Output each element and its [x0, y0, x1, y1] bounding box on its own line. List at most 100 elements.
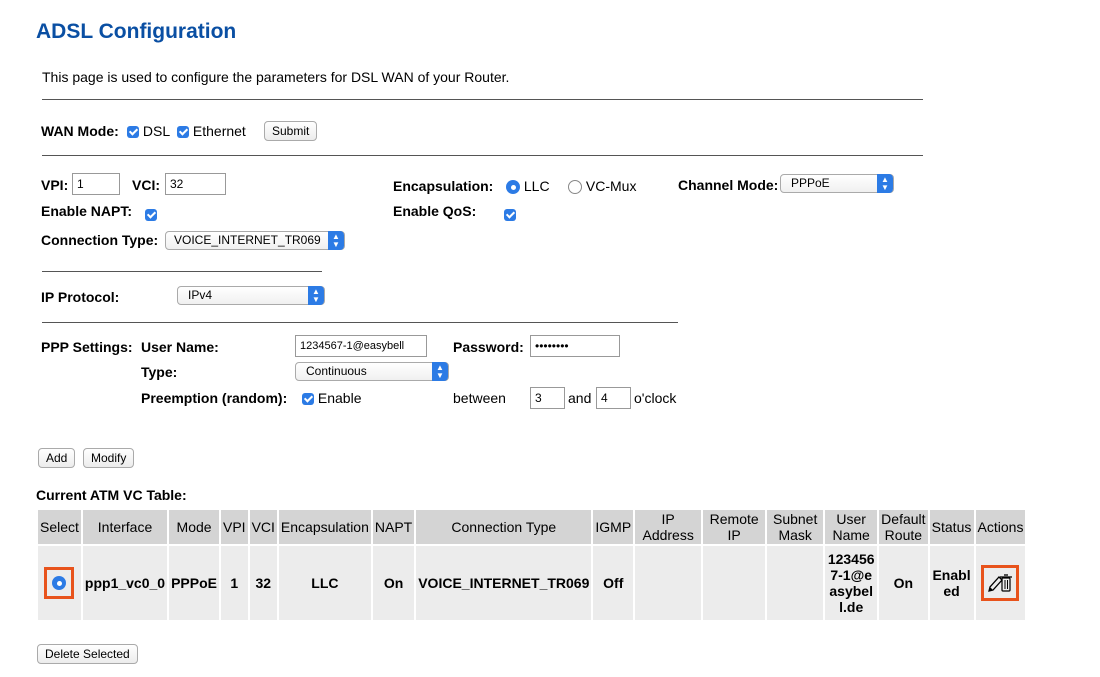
cell-default-route: On [879, 546, 928, 620]
ppp-type-select[interactable]: Continuous ▲ ▼ [295, 362, 449, 381]
vcmux-radio[interactable] [568, 180, 582, 194]
ppp-settings-label: PPP Settings: [41, 339, 133, 355]
trash-icon[interactable] [1000, 574, 1013, 592]
col-user-name: User Name [825, 510, 878, 544]
dsl-checkbox[interactable] [127, 126, 139, 138]
encapsulation-vcmux-option[interactable]: VC-Mux [568, 178, 636, 194]
ip-protocol-value: IPv4 [188, 288, 213, 302]
chevron-updown-icon: ▲ ▼ [328, 231, 344, 250]
preemption-enable[interactable]: Enable [302, 390, 361, 406]
col-igmp: IGMP [593, 510, 634, 544]
cell-actions [975, 546, 1026, 620]
ppp-password-label: Password: [453, 339, 524, 355]
llc-radio[interactable] [506, 180, 520, 194]
col-remote-ip: Remote IP [703, 510, 766, 544]
ethernet-checkbox[interactable] [177, 126, 189, 138]
cell-vpi: 1 [221, 546, 248, 620]
preemption-enable-label: Enable [317, 390, 362, 406]
page-title: ADSL Configuration [36, 20, 237, 43]
ppp-username-input[interactable]: 1234567-1@easybell [295, 335, 427, 357]
preemption-label: Preemption (random): [141, 390, 288, 406]
and-label: and [568, 390, 592, 406]
delete-selected-button[interactable]: Delete Selected [37, 644, 138, 664]
cell-interface: ppp1_vc0_0 [82, 546, 168, 620]
vci-input[interactable]: 32 [165, 173, 226, 195]
connection-type-label: Connection Type: [41, 232, 159, 248]
actions-highlight [981, 565, 1020, 601]
col-actions: Actions [975, 510, 1026, 544]
ip-protocol-label: IP Protocol: [41, 289, 120, 305]
col-mode: Mode [169, 510, 219, 544]
divider [42, 99, 923, 100]
encapsulation-label: Encapsulation: [393, 178, 494, 194]
channel-mode-value: PPPoE [791, 176, 830, 190]
pencil-icon[interactable] [988, 576, 1004, 592]
add-button[interactable]: Add [38, 448, 76, 468]
ethernet-label: Ethernet [192, 123, 246, 139]
col-select: Select [38, 510, 81, 544]
between-from-input[interactable]: 3 [530, 387, 565, 409]
dsl-label: DSL [142, 123, 171, 139]
atm-vc-table: Select Interface Mode VPI VCI Encapsulat… [36, 508, 1027, 622]
table-row: ppp1_vc0_0 PPPoE 1 32 LLC On VOICE_INTER… [38, 546, 1026, 620]
col-subnet-mask: Subnet Mask [767, 510, 824, 544]
col-napt: NAPT [372, 510, 415, 544]
ppp-password-input[interactable]: •••••••• [530, 335, 620, 357]
between-label: between [453, 390, 506, 406]
col-default-route: Default Route [879, 510, 928, 544]
connection-type-select[interactable]: VOICE_INTERNET_TR069 ▲ ▼ [165, 231, 345, 250]
cell-status-text: Enabled [932, 567, 971, 599]
row-select-radio[interactable] [52, 576, 67, 590]
chevron-updown-icon: ▲ ▼ [432, 362, 448, 381]
between-to-input[interactable]: 4 [596, 387, 631, 409]
cell-vci: 32 [249, 546, 277, 620]
submit-button[interactable]: Submit [264, 121, 318, 141]
vpi-label: VPI: [41, 177, 69, 193]
page-description: This page is used to configure the param… [42, 69, 510, 85]
channel-mode-select[interactable]: PPPoE ▲ ▼ [780, 174, 894, 193]
edit-delete-icons [988, 574, 1013, 592]
wan-mode-dsl[interactable]: DSL [127, 123, 170, 139]
select-cell [38, 546, 81, 620]
cell-napt: On [372, 546, 415, 620]
cell-igmp: Off [593, 546, 634, 620]
ppp-username-label: User Name: [141, 339, 219, 355]
cell-status: Enabled [929, 546, 974, 620]
col-vci: VCI [249, 510, 277, 544]
preemption-checkbox[interactable] [302, 393, 314, 405]
divider [42, 322, 678, 323]
encapsulation-llc-option[interactable]: LLC [506, 178, 550, 194]
ppp-type-label: Type: [141, 364, 178, 380]
connection-type-value: VOICE_INTERNET_TR069 [174, 233, 321, 247]
table-header-row: Select Interface Mode VPI VCI Encapsulat… [38, 510, 1026, 544]
qos-checkbox[interactable] [504, 209, 517, 221]
cell-ip-address [635, 546, 702, 620]
wan-mode-label: WAN Mode: [41, 123, 119, 139]
channel-mode-label: Channel Mode: [678, 177, 779, 193]
ppp-type-value: Continuous [306, 364, 367, 378]
cell-remote-ip [703, 546, 766, 620]
cell-subnet-mask [767, 546, 824, 620]
cell-mode: PPPoE [169, 546, 219, 620]
napt-checkbox[interactable] [145, 209, 157, 221]
oclock-label: o'clock [634, 390, 677, 406]
qos-label: Enable QoS: [393, 203, 477, 219]
chevron-updown-icon: ▲ ▼ [877, 174, 893, 193]
wan-mode-ethernet[interactable]: Ethernet [177, 123, 246, 139]
atm-table-title: Current ATM VC Table: [36, 487, 187, 503]
divider [42, 155, 923, 156]
vpi-input[interactable]: 1 [72, 173, 120, 195]
cell-encapsulation: LLC [278, 546, 371, 620]
col-connection-type: Connection Type [416, 510, 592, 544]
select-highlight [44, 567, 75, 599]
cell-user-name-text: 1234567-1@easybell.de [827, 551, 875, 615]
cell-user-name: 1234567-1@easybell.de [825, 546, 878, 620]
col-ip-address: IP Address [635, 510, 702, 544]
llc-label: LLC [523, 178, 550, 194]
col-interface: Interface [82, 510, 168, 544]
modify-button[interactable]: Modify [83, 448, 135, 468]
napt-label: Enable NAPT: [41, 203, 133, 219]
cell-connection-type: VOICE_INTERNET_TR069 [416, 546, 592, 620]
col-vpi: VPI [221, 510, 248, 544]
ip-protocol-select[interactable]: IPv4 ▲ ▼ [177, 286, 325, 305]
